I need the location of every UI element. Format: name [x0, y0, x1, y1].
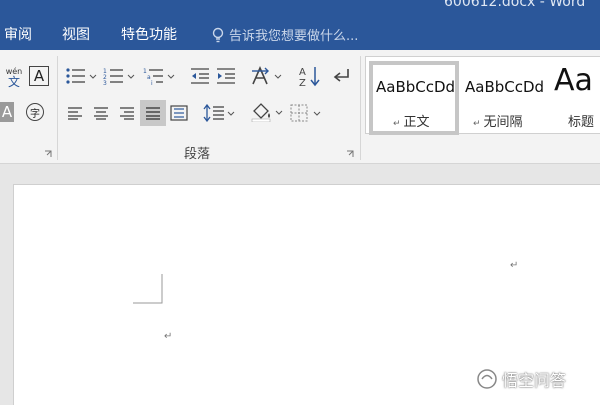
borders-icon [290, 104, 321, 122]
align-left-icon [68, 107, 82, 120]
increase-indent-button[interactable] [214, 64, 238, 88]
tell-me-search[interactable]: 告诉我您想要做什么... [212, 25, 358, 44]
bullets-button[interactable] [64, 64, 100, 88]
phonetic-guide-char: 文 [7, 75, 20, 89]
font-dialog-launcher-icon[interactable] [44, 150, 52, 158]
increase-indent-icon [217, 68, 235, 84]
document-workspace: ↵ ↵ [0, 164, 600, 405]
line-spacing-button[interactable] [202, 102, 238, 124]
justify-button[interactable] [140, 100, 166, 126]
align-center-button[interactable] [90, 102, 112, 124]
styles-gallery: AaBbCcDd ↵ 正文 AaBbCcDd ↵ 无间隔 Aa 标题 [365, 56, 600, 135]
style-normal[interactable]: AaBbCcDd ↵ 正文 [369, 61, 459, 135]
sort-az-icon: A Z [299, 67, 320, 87]
align-right-button[interactable] [116, 102, 138, 124]
paragraph-mark: ↵ [164, 331, 173, 342]
bullets-icon [66, 68, 97, 84]
multilevel-list-button[interactable]: 1 a i [142, 64, 178, 88]
watermark-text: 悟空问答 [502, 371, 567, 390]
margin-crop-mark [133, 274, 163, 304]
tab-view[interactable]: 视图 [62, 24, 90, 44]
character-shading-button[interactable]: A [0, 102, 14, 122]
numbering-button[interactable]: 1 2 3 [102, 64, 138, 88]
svg-text:i: i [151, 80, 153, 85]
enclose-characters-button[interactable]: 字 [26, 103, 44, 121]
distributed-icon [170, 105, 188, 121]
group-separator [57, 56, 58, 160]
align-left-button[interactable] [64, 102, 86, 124]
svg-text:3: 3 [103, 80, 107, 85]
ribbon: wén 文 A A 字 1 2 3 1 a i A Z 段落 AaBbCcDd … [0, 50, 600, 164]
paint-bucket-icon [251, 103, 283, 122]
title-bar: 600612.docx - Word 审阅 视图 特色功能 告诉我您想要做什么.… [0, 0, 600, 50]
line-spacing-icon [203, 104, 235, 122]
tab-special-features[interactable]: 特色功能 [121, 24, 177, 44]
paragraph-mark-icon [333, 69, 349, 82]
window-title: 600612.docx - Word [444, 0, 586, 10]
phonetic-guide-button[interactable]: wén 文 [4, 66, 24, 90]
borders-button[interactable] [288, 102, 324, 124]
multilevel-list-icon: 1 a i [143, 68, 175, 85]
style-no-spacing[interactable]: AaBbCcDd ↵ 无间隔 [462, 61, 548, 130]
decrease-indent-icon [191, 68, 209, 84]
paragraph-mark: ↵ [510, 260, 519, 271]
style-sample: Aa [554, 63, 593, 98]
style-name: ↵ 无间隔 [473, 115, 523, 130]
distributed-button[interactable] [168, 102, 190, 124]
group-separator [360, 56, 361, 160]
align-right-icon [120, 107, 134, 120]
logo-icon [477, 369, 497, 389]
justify-icon [146, 107, 160, 120]
svg-text:Z: Z [299, 78, 306, 87]
align-center-icon [94, 107, 108, 120]
style-sample: AaBbCcDd [376, 78, 456, 96]
style-name: ↵ 正文 [393, 115, 430, 130]
sort-button[interactable]: A Z [297, 64, 321, 88]
show-hide-marks-button[interactable] [330, 64, 354, 88]
chinese-layout-button[interactable] [250, 64, 284, 88]
shading-button[interactable] [250, 100, 286, 124]
style-sample: AaBbCcDd [465, 78, 545, 96]
svg-text:A: A [299, 67, 306, 78]
lightbulb-icon [212, 27, 224, 42]
style-heading[interactable]: Aa 标题 [554, 61, 600, 127]
character-border-button[interactable]: A [29, 66, 49, 86]
paragraph-group-label: 段落 [184, 147, 211, 162]
paragraph-dialog-launcher-icon[interactable] [346, 150, 354, 158]
watermark: 悟空问答 [476, 367, 566, 391]
style-name: 标题 [568, 115, 595, 127]
tell-me-placeholder: 告诉我您想要做什么... [229, 29, 359, 44]
decrease-indent-button[interactable] [188, 64, 212, 88]
numbering-icon: 1 2 3 [103, 68, 135, 85]
chinese-layout-icon [252, 66, 282, 85]
tab-review[interactable]: 审阅 [4, 24, 32, 44]
